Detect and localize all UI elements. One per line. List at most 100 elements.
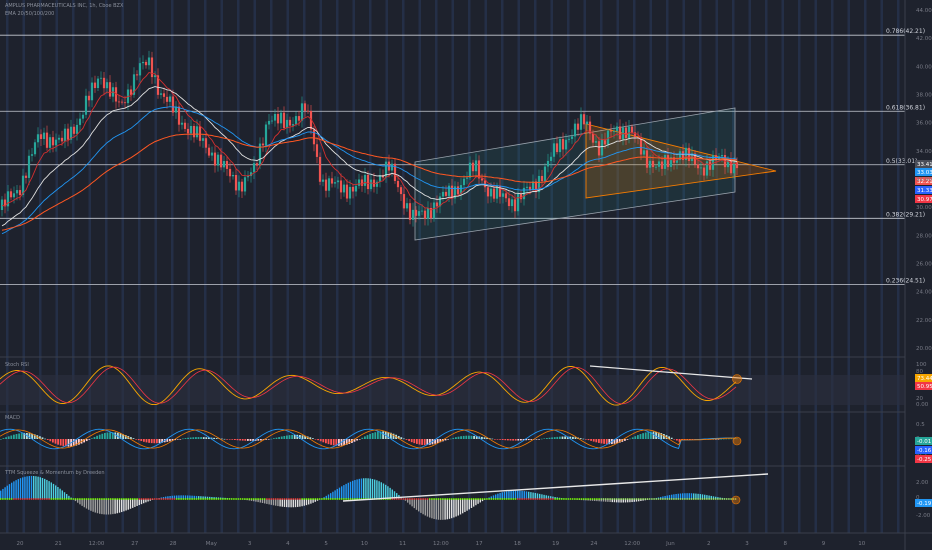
squeeze-dot (512, 498, 515, 500)
squeeze-dot (90, 498, 92, 500)
squeeze-dot (582, 498, 585, 500)
ttm-bar (101, 499, 103, 515)
grid-band (121, 0, 124, 533)
grid-band (319, 0, 322, 533)
candle (348, 180, 352, 205)
candle (210, 146, 214, 161)
squeeze-dot (439, 498, 442, 500)
squeeze-dot (336, 498, 339, 500)
macd-tick: 0.5 (916, 422, 925, 428)
grid-band (270, 0, 273, 533)
ttm-bar (462, 499, 464, 514)
ttm-bar (365, 478, 367, 499)
macd-bar (504, 439, 507, 441)
ttm-bar (127, 499, 129, 510)
candle (300, 96, 304, 128)
macd-bar (582, 438, 585, 440)
candle (93, 75, 97, 93)
squeeze-dot (24, 498, 26, 500)
candle (57, 134, 61, 144)
squeeze-dot (48, 498, 50, 500)
macd-bar (288, 435, 291, 439)
macd-bar (158, 439, 161, 444)
macd-bar (366, 435, 369, 439)
time-tick: 3 (248, 541, 252, 547)
candle (273, 109, 277, 127)
ttm-bar (466, 499, 468, 511)
candle (84, 88, 88, 119)
macd-bar (444, 439, 447, 441)
ttm-bar (503, 491, 506, 499)
grid-band (781, 0, 784, 533)
macd-bar (44, 438, 46, 440)
squeeze-dot (637, 498, 640, 500)
squeeze-dot (411, 498, 413, 500)
squeeze-dot (79, 498, 81, 500)
candle (378, 168, 382, 188)
ttm-bar (37, 476, 39, 499)
squeeze-dot (486, 498, 488, 500)
macd-bar (54, 439, 57, 444)
grid-band (385, 0, 388, 533)
squeeze-dot (32, 498, 35, 500)
svg-text:-0.25: -0.25 (917, 457, 932, 463)
macd-bar (332, 439, 335, 446)
ttm-bar (464, 499, 466, 513)
macd-bar (189, 437, 192, 439)
squeeze-dot (299, 498, 301, 500)
squeeze-dot (244, 498, 246, 500)
price-tick: 24.00 (916, 290, 932, 296)
candle (222, 155, 226, 173)
price-tick: 42.00 (916, 36, 932, 42)
squeeze-dot (224, 498, 227, 500)
macd-bar (286, 435, 288, 439)
ttm-bar (19, 478, 22, 499)
ttm-bar (286, 499, 288, 508)
macd-bar (551, 437, 553, 439)
squeeze-dot (94, 498, 97, 500)
time-tick: 10 (858, 541, 865, 547)
candle (3, 193, 7, 214)
macd-bar (244, 439, 247, 441)
ttm-bar (440, 499, 442, 520)
ttm-bar (378, 481, 380, 499)
squeeze-dot (565, 498, 567, 500)
squeeze-dot (222, 498, 224, 500)
stoch-tick: 100 (916, 362, 927, 368)
macd-bar (587, 439, 590, 441)
ttm-bar (44, 478, 46, 499)
grid-band (253, 0, 256, 533)
squeeze-dot (607, 498, 609, 500)
macd-bar (0, 439, 2, 440)
macd-bar (410, 439, 413, 443)
grid-band (435, 0, 438, 533)
macd-bar (215, 438, 218, 439)
ttm-bar (420, 499, 422, 513)
ttm-bar (418, 499, 420, 512)
squeeze-dot (442, 498, 444, 500)
macd-bar (572, 436, 574, 439)
squeeze-dot (527, 498, 530, 500)
squeeze-dot (567, 498, 570, 500)
ttm-bar (532, 492, 534, 499)
macd-bar (639, 434, 642, 439)
ttm-bar (83, 499, 85, 508)
grid-band (171, 0, 174, 533)
ttm-bar (279, 499, 281, 507)
grid-band (451, 0, 454, 533)
macd-bar (205, 437, 208, 439)
squeeze-dot (52, 498, 55, 500)
chart-canvas[interactable]: 0.786(42.21) 0.618(36.81) 0.5(33.01) 0.382(… (0, 0, 932, 550)
squeeze-dot (433, 498, 435, 500)
squeeze-dot (398, 498, 400, 500)
ttm-bar (24, 476, 26, 499)
macd-bar (564, 436, 566, 439)
squeeze-dot (259, 498, 262, 500)
macd-bar (96, 435, 98, 439)
macd-bar (182, 438, 184, 440)
squeeze-dot (175, 498, 178, 500)
squeeze-dot (321, 498, 323, 500)
squeeze-dot (301, 498, 303, 500)
candle (9, 188, 13, 201)
macd-bar (18, 433, 20, 439)
